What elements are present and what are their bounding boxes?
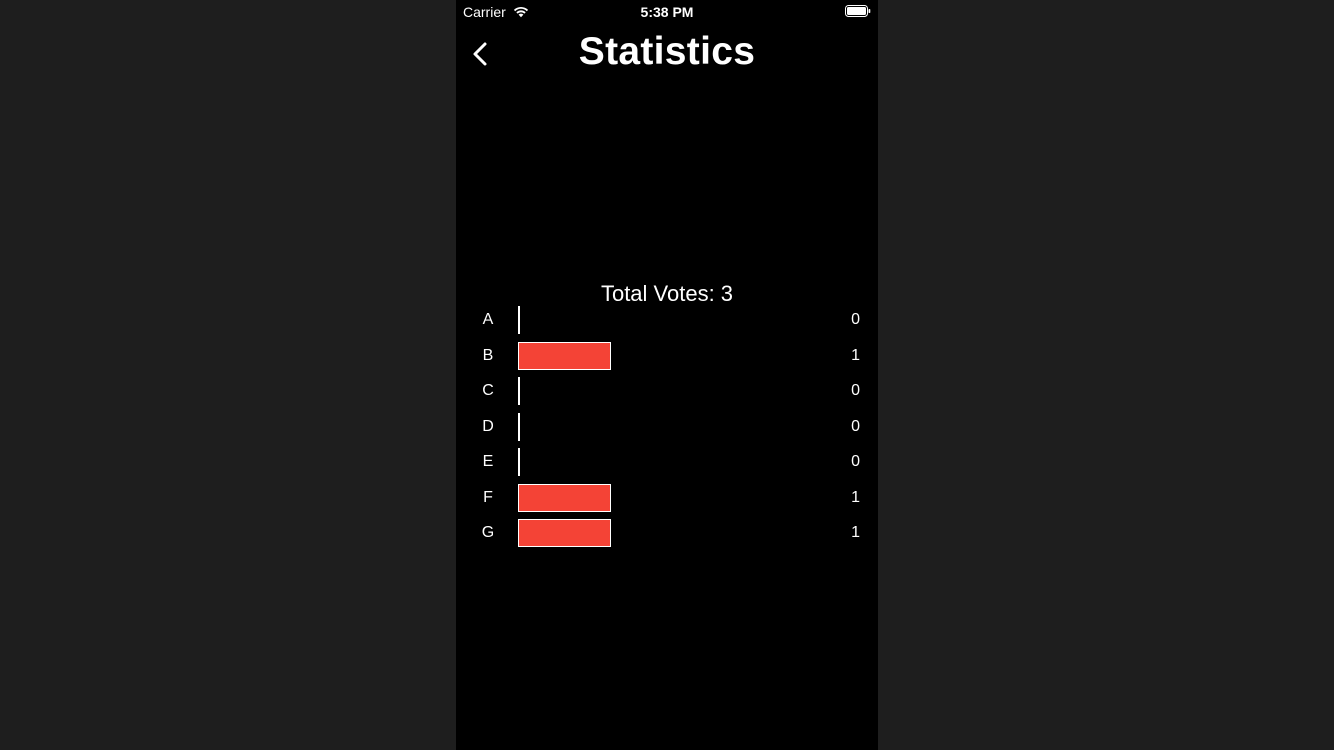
- value-label: 0: [851, 453, 860, 470]
- value-label: 0: [851, 418, 860, 435]
- bar-f: [518, 484, 611, 512]
- status-time: 5:38 PM: [640, 4, 694, 20]
- bar-b: [518, 342, 611, 370]
- category-label: B: [482, 347, 494, 364]
- chart-row-a: A0: [456, 306, 878, 334]
- chart-row-c: C0: [456, 377, 878, 405]
- phone-screen: Carrier 5:38 PM Statistics Total Votes: …: [456, 0, 878, 750]
- status-bar: Carrier 5:38 PM: [456, 0, 878, 24]
- value-label: 1: [851, 489, 860, 506]
- bar-g: [518, 519, 611, 547]
- votes-bar-chart: A0B1C0D0E0F1G1: [456, 302, 878, 552]
- chart-row-b: B1: [456, 342, 878, 370]
- value-label: 1: [851, 524, 860, 541]
- chart-row-f: F1: [456, 484, 878, 512]
- category-label: F: [483, 489, 493, 506]
- category-label: C: [482, 382, 494, 399]
- value-label: 1: [851, 347, 860, 364]
- page-title: Statistics: [578, 30, 756, 73]
- category-label: E: [482, 453, 494, 470]
- category-label: A: [482, 311, 494, 328]
- value-label: 0: [851, 382, 860, 399]
- battery-icon: [845, 5, 871, 17]
- bar-a: [518, 306, 520, 334]
- category-label: D: [482, 418, 494, 435]
- chart-row-g: G1: [456, 519, 878, 547]
- chart-row-d: D0: [456, 413, 878, 441]
- bar-d: [518, 413, 520, 441]
- value-label: 0: [851, 311, 860, 328]
- chart-row-e: E0: [456, 448, 878, 476]
- category-label: G: [481, 524, 495, 541]
- bar-e: [518, 448, 520, 476]
- bar-c: [518, 377, 520, 405]
